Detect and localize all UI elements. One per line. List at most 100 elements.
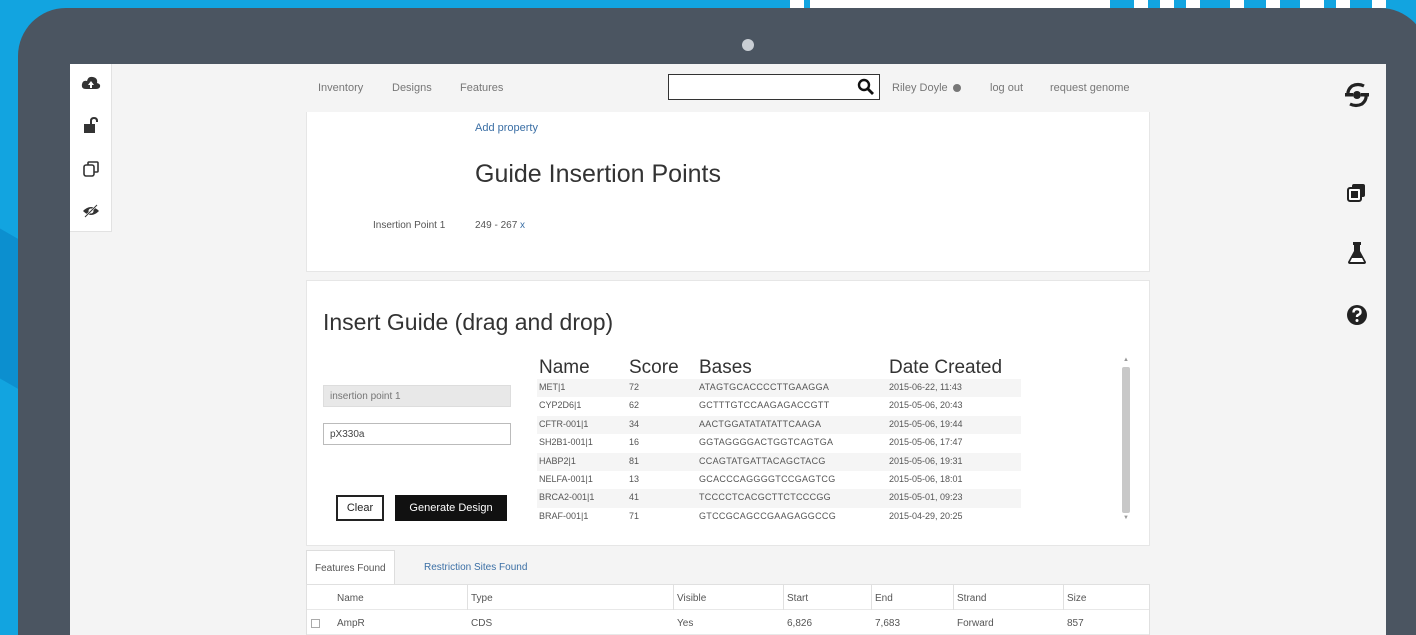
add-property-link[interactable]: Add property [475, 122, 538, 134]
left-toolbar [70, 64, 112, 232]
background-pattern [790, 0, 804, 8]
list-item[interactable]: MET|1 72 ATAGTGCACCCCTTGAAGGA 2015-06-22, 1… [537, 379, 1021, 398]
nav-designs[interactable]: Designs [392, 82, 432, 94]
background-pattern [1160, 0, 1174, 8]
guide-bases: ATAGTGCACCCCTTGAAGGA [699, 382, 830, 392]
feature-size: 857 [1067, 618, 1084, 629]
right-toolbar [1326, 64, 1386, 364]
generate-design-button[interactable]: Generate Design [395, 495, 507, 521]
unlock-icon[interactable] [80, 114, 102, 136]
list-item[interactable]: CYP2D6|1 62 GCTTTGTCCAAGAGACCGTT 2015-05-06… [537, 397, 1021, 415]
background-pattern [1230, 0, 1244, 8]
ft-col-name: Name [337, 593, 364, 604]
guide-name: CYP2D6|1 [539, 400, 582, 411]
list-item[interactable]: CFTR-001|1 34 AACTGGATATATATTCAAGA 2015-05-… [537, 415, 1021, 435]
features-table-header: Name Type Visible Start End Strand Size [307, 585, 1149, 610]
feature-name: AmpR [337, 618, 365, 629]
top-nav: Inventory Designs Features Riley Doyle l… [306, 64, 1156, 112]
design-name-input[interactable] [323, 423, 511, 445]
tab-features-found[interactable]: Features Found [306, 550, 395, 586]
guide-name: SH2B1-001|1 [539, 437, 593, 448]
insertion-points-title: Guide Insertion Points [475, 160, 721, 188]
guide-score: 41 [629, 492, 640, 503]
guide-name: BRAF-001|1 [539, 510, 589, 521]
guide-table: Name Score Bases Date Created MET|1 72 ATA… [537, 357, 1021, 526]
list-item[interactable]: BRAF-001|1 71 GTCCGCAGCCGAAGAGGCCG 2015-04-… [537, 508, 1021, 526]
user-icon [952, 84, 961, 92]
list-item[interactable]: NELFA-001|1 13 GCACCCAGGGGTCCGAGTCG 2015-05… [537, 471, 1021, 489]
guide-date: 2015-06-22, 11:43 [889, 382, 962, 392]
eye-slash-icon[interactable] [80, 200, 102, 222]
nav-inventory[interactable]: Inventory [318, 82, 363, 94]
user-menu[interactable]: Riley Doyle [892, 82, 961, 94]
nav-features[interactable]: Features [460, 82, 503, 94]
scroll-up-icon[interactable]: ▲ [1122, 357, 1130, 363]
list-item[interactable]: BRCA2-001|1 41 TCCCCTCACGCTTCTCCCGG 2015-05… [537, 489, 1021, 508]
guide-bases: AACTGGATATATATTCAAGA [699, 418, 822, 429]
guide-score: 16 [629, 437, 640, 448]
col-date: Date Created [889, 357, 1003, 378]
remove-insertion-icon[interactable]: x [520, 220, 525, 231]
copy-design-icon[interactable] [1344, 180, 1370, 206]
feature-end: 7,683 [875, 618, 901, 629]
feature-strand: Forward [957, 618, 994, 629]
guide-name: NELFA-001|1 [539, 473, 593, 484]
guide-date: 2015-05-06, 18:01 [889, 473, 963, 484]
row-checkbox[interactable] [311, 619, 320, 628]
table-row[interactable]: AmpR CDS Yes 6,826 7,683 Forward 857 [307, 610, 1149, 635]
background-pattern [1266, 0, 1280, 8]
feature-type: CDS [471, 618, 493, 629]
list-item[interactable]: HABP2|1 81 CCAGTATGATTACAGCTACG 2015-05-06,… [537, 452, 1021, 471]
background-pattern [1186, 0, 1200, 8]
guide-bases: GTCCGCAGCCGAAGAGGCCG [699, 510, 837, 521]
background-pattern [810, 0, 1110, 8]
guide-table-header: Name Score Bases Date Created [537, 357, 1021, 379]
guide-score: 13 [629, 473, 640, 484]
ft-col-start: Start [787, 593, 809, 604]
guide-date: 2015-05-06, 19:44 [889, 418, 963, 429]
search-input[interactable] [668, 74, 880, 100]
ft-col-type: Type [471, 593, 493, 604]
feature-start: 6,826 [787, 618, 813, 629]
search-icon[interactable] [857, 78, 875, 96]
ft-col-strand: Strand [957, 593, 987, 604]
ft-col-visible: Visible [677, 593, 707, 604]
guide-bases: CCAGTATGATTACAGCTACG [699, 455, 826, 466]
guide-table-scrollbar[interactable]: ▲ ▼ [1119, 357, 1133, 523]
guide-score: 62 [629, 400, 640, 411]
guide-name: CFTR-001|1 [539, 418, 589, 429]
guide-rows: MET|1 72 ATAGTGCACCCCTTGAAGGA 2015-06-22, 1… [537, 379, 1021, 526]
scroll-down-icon[interactable]: ▼ [1122, 515, 1130, 521]
guide-bases: GCACCCAGGGGTCCGAGTCG [699, 473, 836, 484]
request-genome-link[interactable]: request genome [1050, 82, 1130, 94]
guide-bases: TCCCCTCACGCTTCTCCCGG [699, 492, 831, 503]
insertion-points-panel: Add property Guide Insertion Points Inse… [306, 112, 1150, 272]
scroll-thumb[interactable] [1122, 367, 1130, 513]
duplicate-icon[interactable] [80, 158, 102, 180]
insertion-point-label: Insertion Point 1 [373, 220, 446, 231]
feature-visible: Yes [677, 618, 694, 629]
guide-score: 72 [629, 382, 640, 392]
user-name: Riley Doyle [892, 82, 948, 94]
cloud-upload-icon[interactable] [80, 72, 102, 94]
insert-guide-panel: Insert Guide (drag and drop) Clear Gener… [306, 280, 1150, 546]
guide-name: BRCA2-001|1 [539, 492, 595, 503]
flask-icon[interactable] [1344, 240, 1370, 266]
background-pattern [1134, 0, 1148, 8]
list-item[interactable]: SH2B1-001|1 16 GGTAGGGGACTGGTCAGTGA 2015-05… [537, 434, 1021, 452]
ft-col-size: Size [1067, 593, 1087, 604]
guide-date: 2015-04-29, 20:25 [889, 510, 963, 521]
insertion-range: 249 - 267 [475, 220, 518, 231]
camera-dot [742, 39, 754, 51]
insert-guide-title: Insert Guide (drag and drop) [323, 309, 614, 335]
logout-link[interactable]: log out [990, 82, 1023, 94]
logo-icon[interactable] [1344, 82, 1370, 108]
clear-button[interactable]: Clear [336, 495, 384, 521]
guide-bases: GGTAGGGGACTGGTCAGTGA [699, 437, 834, 448]
guide-name: MET|1 [539, 382, 566, 392]
help-icon[interactable] [1344, 302, 1370, 328]
guide-score: 81 [629, 455, 640, 466]
tab-restriction-sites[interactable]: Restriction Sites Found [416, 550, 535, 586]
guide-name: HABP2|1 [539, 455, 576, 466]
guide-score: 71 [629, 510, 640, 521]
